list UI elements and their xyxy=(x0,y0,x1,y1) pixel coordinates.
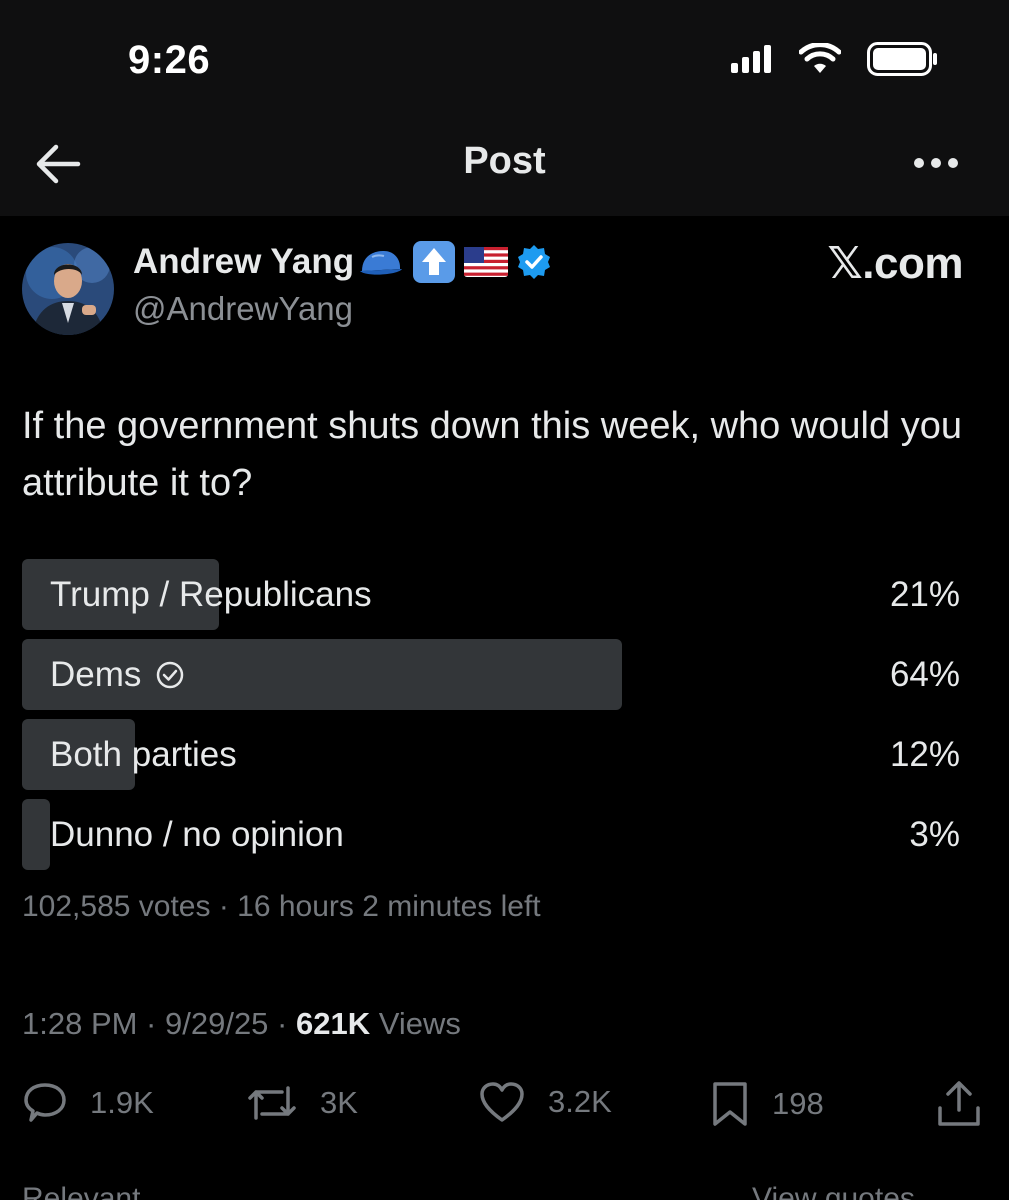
views-count[interactable]: 621K xyxy=(296,1006,370,1041)
poll-option-percent: 64% xyxy=(889,655,960,694)
share-icon xyxy=(938,1081,980,1126)
sort-relevant[interactable]: Relevant xyxy=(22,1182,140,1200)
poll-option: Dems 64% xyxy=(22,639,960,710)
poll-option: Dunno / no opinion 3% xyxy=(22,799,960,870)
status-icons xyxy=(731,42,939,76)
heart-icon xyxy=(480,1082,524,1122)
poll-option-text: Dunno / no opinion xyxy=(50,815,344,854)
reply-button[interactable]: 1.9K xyxy=(22,1080,154,1126)
author-badges xyxy=(358,240,552,284)
author-handle[interactable]: @AndrewYang xyxy=(133,290,353,328)
poll-option-label: Both parties xyxy=(50,719,237,790)
x-com-watermark: 𝕏.com xyxy=(827,239,963,288)
time-date: 1:28 PM · 9/29/25 · xyxy=(22,1006,296,1041)
poll-option-percent: 21% xyxy=(889,575,960,614)
reply-count: 1.9K xyxy=(90,1085,154,1120)
poll-option-bar xyxy=(22,799,50,870)
author-name: Andrew Yang xyxy=(133,242,355,281)
battery-icon xyxy=(867,42,937,76)
views-label: Views xyxy=(370,1006,461,1041)
repost-count: 3K xyxy=(320,1085,358,1120)
up-arrow-icon xyxy=(413,241,456,283)
page-title: Post xyxy=(463,140,546,182)
poll-option-percent: 12% xyxy=(889,735,960,774)
reply-icon xyxy=(24,1083,66,1122)
poll-option-label: Trump / Republicans xyxy=(50,559,372,630)
status-time: 9:26 xyxy=(128,38,211,82)
like-count: 3.2K xyxy=(548,1084,612,1119)
share-button[interactable] xyxy=(936,1080,982,1128)
us-flag-icon xyxy=(464,247,509,277)
post-text: If the government shuts down this week, … xyxy=(22,405,962,504)
repost-button[interactable]: 3K xyxy=(246,1080,358,1126)
poll-meta: 102,585 votes · 16 hours 2 minutes left xyxy=(22,890,541,923)
view-quotes-link[interactable]: View quotes xyxy=(752,1182,915,1200)
author-name-row[interactable]: Andrew Yang xyxy=(133,240,552,284)
cellular-signal-icon xyxy=(731,45,771,73)
poll-option-label: Dunno / no opinion xyxy=(50,799,344,870)
bookmark-button[interactable]: 198 xyxy=(710,1080,824,1128)
like-button[interactable]: 3.2K xyxy=(478,1080,612,1124)
avatar[interactable] xyxy=(22,243,114,335)
poll-option-text: Trump / Republicans xyxy=(50,575,372,614)
bookmark-count: 198 xyxy=(772,1086,824,1121)
poll-option: Trump / Republicans 21% xyxy=(22,559,960,630)
phone-screen: 9:26 Post Andrew Yang @AndrewYang 𝕏.com … xyxy=(0,0,1009,1200)
poll: Trump / Republicans 21% Dems 64% Both partie… xyxy=(22,559,960,879)
wifi-icon xyxy=(799,43,841,73)
verified-badge-icon xyxy=(518,245,551,279)
poll-option-text: Dems xyxy=(50,655,142,694)
top-bar: 9:26 Post xyxy=(0,0,1009,216)
poll-option-label: Dems xyxy=(50,639,185,710)
poll-option-text: Both parties xyxy=(50,735,237,774)
post-timestamp: 1:28 PM · 9/29/25 · 621K Views xyxy=(22,1006,461,1042)
bookmark-icon xyxy=(713,1082,747,1126)
poll-option: Both parties 12% xyxy=(22,719,960,790)
voted-check-icon xyxy=(157,661,184,688)
repost-icon xyxy=(248,1086,296,1120)
poll-option-percent: 3% xyxy=(909,815,960,854)
blue-cap-icon xyxy=(360,251,403,275)
more-options-icon[interactable] xyxy=(913,150,959,176)
action-bar: 1.9K 3K 3.2K 198 xyxy=(0,1080,1009,1140)
